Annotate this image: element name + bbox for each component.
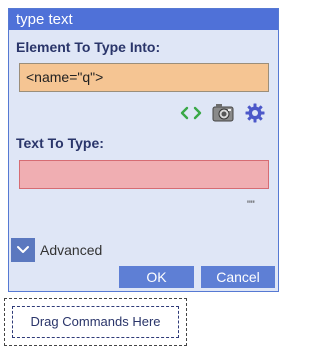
chevron-down-icon (17, 246, 29, 253)
dialog-title: type text (9, 9, 278, 30)
text-label: Text To Type: (16, 135, 104, 151)
cancel-button[interactable]: Cancel (201, 266, 275, 288)
code-brackets-icon[interactable] (179, 103, 203, 123)
element-label: Element To Type Into: (16, 39, 161, 55)
element-field[interactable]: <name="q"> (19, 63, 269, 92)
advanced-label: Advanced (40, 242, 103, 258)
more-options-icon[interactable]: "" (247, 199, 255, 211)
ok-button[interactable]: OK (119, 266, 194, 288)
element-tools (179, 103, 267, 123)
type-text-dialog: type text Element To Type Into: <name="q… (8, 8, 279, 292)
drop-zone[interactable]: Drag Commands Here (4, 298, 187, 346)
text-to-type-field[interactable] (19, 160, 269, 189)
gear-icon[interactable] (243, 103, 267, 123)
drop-zone-label: Drag Commands Here (12, 306, 179, 338)
advanced-toggle-button[interactable] (11, 238, 35, 262)
camera-icon[interactable] (211, 103, 235, 123)
